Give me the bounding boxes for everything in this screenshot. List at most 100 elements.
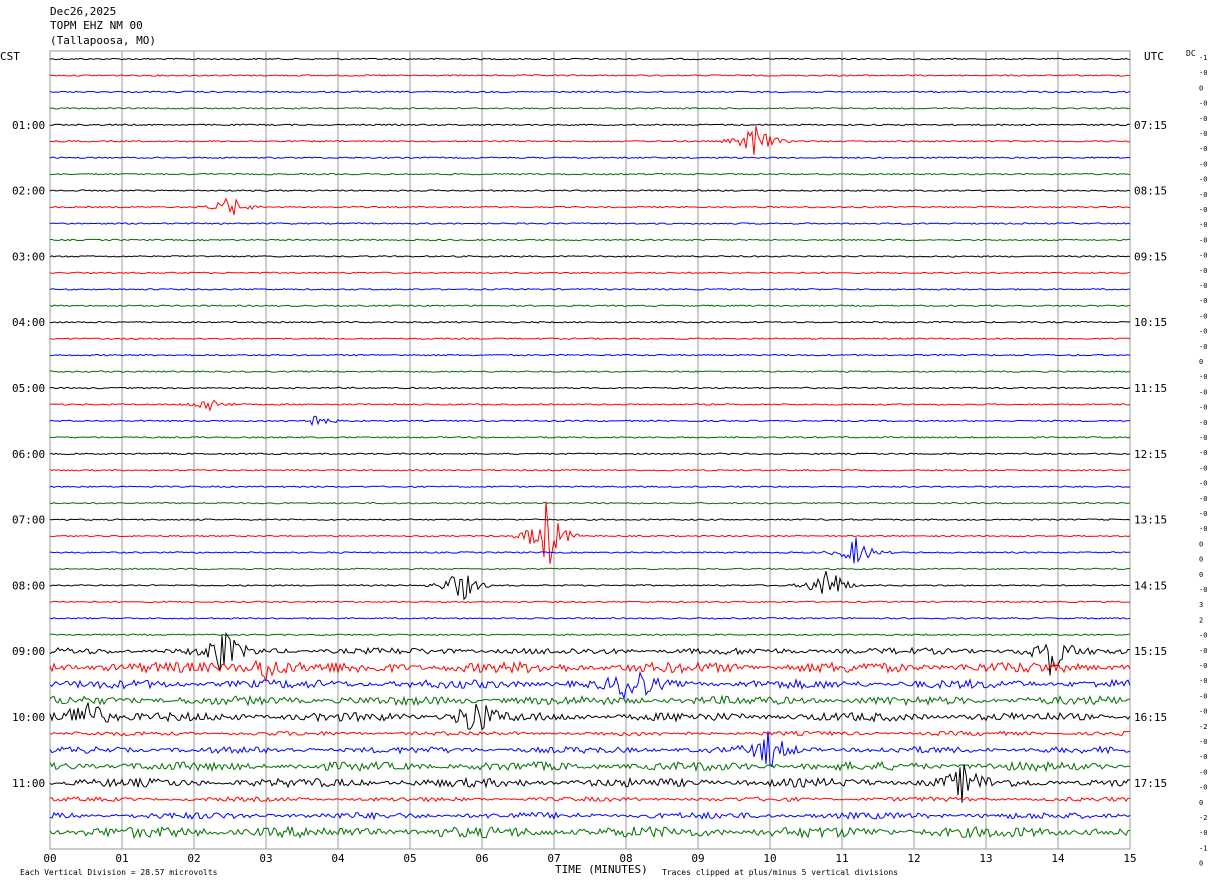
x-tick-label: 03 — [259, 852, 272, 865]
dc-offset-label: 0 — [1199, 540, 1203, 548]
trace-row-13 — [49, 271, 1131, 275]
left-time-label: 04:00 — [12, 316, 45, 329]
trace-row-39 — [49, 694, 1130, 707]
trace-row-9 — [49, 197, 1130, 216]
dc-offset-label: -0 — [1199, 404, 1207, 412]
dc-offset-label: 0 — [1199, 84, 1203, 92]
dc-offset-label: -0 — [1199, 282, 1207, 290]
plot-frame — [49, 50, 1131, 850]
trace-row-47 — [49, 825, 1131, 839]
trace-row-8 — [49, 189, 1131, 192]
dc-offset-label: 0 — [1199, 799, 1203, 807]
left-time-label: 11:00 — [12, 777, 45, 790]
trace-row-3 — [49, 107, 1131, 110]
left-time-label: 10:00 — [12, 711, 45, 724]
dc-offset-label: -0 — [1199, 206, 1207, 214]
trace-row-24 — [49, 452, 1131, 456]
x-tick-label: 10 — [763, 852, 776, 865]
dc-offset-label: -0 — [1199, 343, 1207, 351]
x-tick-label: 09 — [691, 852, 704, 865]
dc-offset-label: -0 — [1199, 191, 1207, 199]
x-tick-label: 06 — [475, 852, 488, 865]
trace-row-17 — [49, 337, 1131, 340]
right-time-label: 12:15 — [1134, 448, 1167, 461]
left-time-label: 03:00 — [12, 250, 45, 263]
trace-row-33 — [49, 600, 1131, 604]
right-time-label: 14:15 — [1134, 579, 1167, 592]
left-time-label: 06:00 — [12, 448, 45, 461]
dc-offset-label: -0 — [1199, 328, 1207, 336]
x-tick-label: 14 — [1051, 852, 1065, 865]
trace-row-43 — [49, 760, 1131, 773]
dc-offset-label: 3 — [1199, 601, 1203, 609]
dc-offset-label: -0 — [1199, 708, 1207, 716]
left-time-label: 02:00 — [12, 185, 45, 198]
dc-offset-label: -0 — [1199, 267, 1207, 275]
dc-offset-label: -0 — [1199, 677, 1207, 685]
dc-offset-label: -0 — [1199, 160, 1207, 168]
dc-offset-label: -0 — [1199, 434, 1207, 442]
dc-offset-label: -0 — [1199, 510, 1207, 518]
trace-row-19 — [49, 370, 1131, 373]
trace-row-27 — [49, 501, 1130, 505]
trace-row-11 — [49, 238, 1131, 242]
right-time-label: 16:15 — [1134, 711, 1167, 724]
right-time-label: 11:15 — [1134, 382, 1167, 395]
trace-row-45 — [49, 796, 1131, 803]
trace-row-7 — [49, 172, 1131, 176]
dc-offset-label: -0 — [1199, 449, 1207, 457]
trace-row-40 — [49, 701, 1131, 731]
left-time-label: 05:00 — [12, 382, 45, 395]
dc-offset-label: -0 — [1199, 784, 1207, 792]
dc-offset-label: -0 — [1199, 495, 1207, 503]
dc-offset-label: -1 — [1199, 844, 1207, 852]
dc-offset-label: -0 — [1199, 252, 1207, 260]
dc-offset-label: -0 — [1199, 69, 1207, 77]
dc-offset-label: -0 — [1199, 692, 1207, 700]
dc-offset-label: -0 — [1199, 373, 1207, 381]
dc-offset-label: -1 — [1199, 54, 1207, 62]
dc-offset-label: -0 — [1199, 662, 1207, 670]
trace-row-21 — [49, 399, 1131, 412]
dc-offset-label: -0 — [1199, 312, 1207, 320]
left-time-label: 09:00 — [12, 645, 45, 658]
right-time-label: 13:15 — [1134, 514, 1167, 527]
dc-offset-label: -0 — [1199, 647, 1207, 655]
trace-row-6 — [49, 156, 1131, 159]
right-time-label: 15:15 — [1134, 645, 1167, 658]
dc-offset-label: -0 — [1199, 525, 1207, 533]
trace-row-34 — [49, 616, 1131, 620]
x-tick-label: 00 — [43, 852, 56, 865]
right-time-label: 17:15 — [1134, 777, 1167, 790]
trace-row-37 — [49, 659, 1131, 683]
dc-offset-label: -0 — [1199, 753, 1207, 761]
dc-offset-label: -0 — [1199, 388, 1207, 396]
trace-row-16 — [49, 320, 1131, 324]
trace-row-15 — [49, 304, 1131, 307]
trace-row-30 — [49, 537, 1131, 564]
dc-offset-label: -2 — [1199, 723, 1207, 731]
trace-row-4 — [49, 123, 1131, 127]
trace-row-46 — [49, 811, 1131, 821]
dc-offset-label: -0 — [1199, 221, 1207, 229]
right-time-label: 10:15 — [1134, 316, 1167, 329]
dc-offset-label: -2 — [1199, 814, 1207, 822]
trace-row-0 — [49, 57, 1131, 61]
dc-offset-label: -0 — [1199, 176, 1207, 184]
trace-row-20 — [49, 386, 1131, 390]
right-time-label: 09:15 — [1134, 250, 1167, 263]
trace-row-35 — [49, 633, 1131, 636]
dc-offset-label: -0 — [1199, 829, 1207, 837]
left-time-label: 01:00 — [12, 119, 45, 132]
dc-offset-label: -0 — [1199, 236, 1207, 244]
trace-row-22 — [49, 415, 1131, 427]
trace-row-1 — [49, 74, 1131, 77]
trace-row-12 — [49, 255, 1131, 258]
trace-row-31 — [49, 567, 1131, 571]
left-time-label: 08:00 — [12, 579, 45, 592]
trace-row-26 — [49, 485, 1131, 488]
right-time-label: 07:15 — [1134, 119, 1167, 132]
trace-row-32 — [49, 571, 1131, 601]
trace-row-42 — [49, 731, 1131, 768]
x-tick-label: 04 — [331, 852, 345, 865]
